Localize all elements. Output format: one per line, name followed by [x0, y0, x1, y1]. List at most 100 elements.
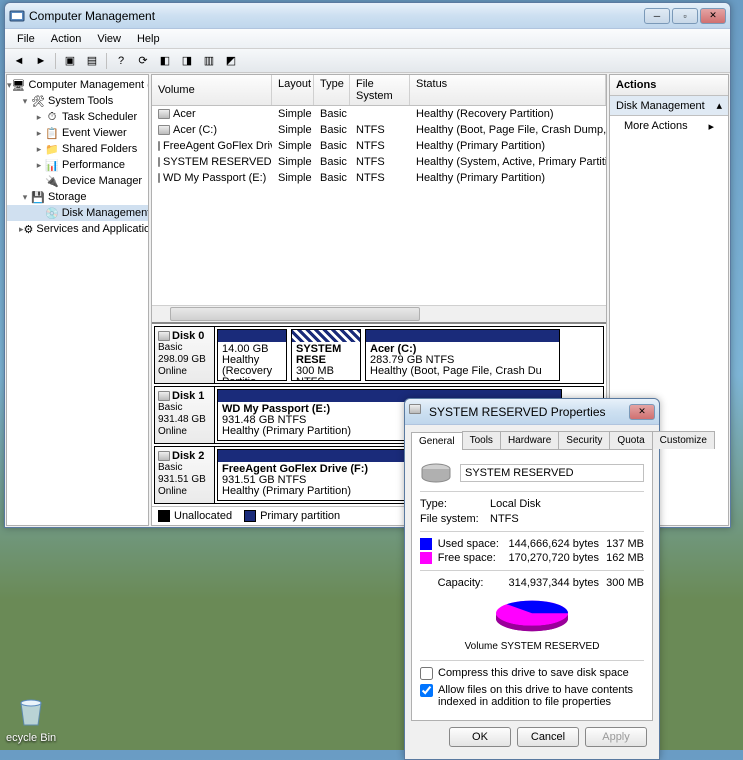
volume-list[interactable]: AcerSimpleBasicHealthy (Recovery Partiti… [152, 106, 606, 186]
props-titlebar[interactable]: SYSTEM RESERVED Properties ✕ [405, 399, 659, 425]
partition[interactable]: SYSTEM RESE300 MB NTFSHealthy (Syst [291, 329, 361, 381]
tab-tools[interactable]: Tools [462, 431, 501, 449]
tab-quota[interactable]: Quota [609, 431, 652, 449]
volume-caption: Volume SYSTEM RESERVED [420, 641, 644, 652]
used-bytes: 144,666,624 bytes [506, 538, 599, 550]
up-button[interactable]: ▣ [60, 51, 80, 71]
index-label: Allow files on this drive to have conten… [438, 684, 644, 708]
titlebar[interactable]: Computer Management ─ ▫ ✕ [5, 3, 730, 29]
device-icon: 🔌 [45, 174, 59, 188]
partition[interactable]: Acer (C:)283.79 GB NTFSHealthy (Boot, Pa… [365, 329, 560, 381]
cap-bytes: 314,937,344 bytes [506, 577, 599, 589]
tree-root[interactable]: ▾🖥Computer Management (Local) [7, 77, 148, 93]
app-icon [9, 8, 25, 24]
volume-row[interactable]: FreeAgent GoFlex Drive (F:)SimpleBasicNT… [152, 138, 606, 154]
scroll-thumb[interactable] [170, 307, 420, 321]
props-close-button[interactable]: ✕ [629, 404, 655, 420]
chevron-right-icon: ▸ [708, 120, 714, 133]
volume-row[interactable]: SYSTEM RESERVEDSimpleBasicNTFSHealthy (S… [152, 154, 606, 170]
cap-mb: 300 MB [599, 577, 644, 589]
more-actions[interactable]: More Actions ▸ [610, 116, 728, 136]
minimize-button[interactable]: ─ [644, 8, 670, 24]
apply-button[interactable]: Apply [585, 727, 647, 747]
tab-general[interactable]: General [411, 432, 463, 450]
clock-icon: ⏱ [45, 110, 59, 124]
toolbar: ◄ ► ▣ ▤ ? ⟳ ◧ ◨ ▥ ◩ [5, 49, 730, 73]
drive-icon [158, 173, 160, 183]
col-layout[interactable]: Layout [272, 75, 314, 105]
tab-hardware[interactable]: Hardware [500, 431, 559, 449]
event-icon: 📋 [45, 126, 59, 140]
ok-button[interactable]: OK [449, 727, 511, 747]
navigation-tree[interactable]: ▾🖥Computer Management (Local) ▾🛠System T… [6, 74, 149, 526]
drive-icon [158, 157, 160, 167]
compress-checkbox[interactable] [420, 667, 433, 680]
drive-icon [409, 404, 425, 420]
close-button[interactable]: ✕ [700, 8, 726, 24]
col-filesystem[interactable]: File System [350, 75, 410, 105]
type-value: Local Disk [490, 498, 541, 510]
tree-performance[interactable]: ▸📊Performance [7, 157, 148, 173]
recycle-bin[interactable]: ecycle Bin [6, 693, 56, 744]
properties-button[interactable]: ▤ [82, 51, 102, 71]
volume-name-input[interactable]: SYSTEM RESERVED [460, 464, 644, 482]
tree-task-scheduler[interactable]: ▸⏱Task Scheduler [7, 109, 148, 125]
tree-event-viewer[interactable]: ▸📋Event Viewer [7, 125, 148, 141]
menu-file[interactable]: File [9, 31, 43, 47]
volume-row[interactable]: Acer (C:)SimpleBasicNTFSHealthy (Boot, P… [152, 122, 606, 138]
tab-content-general: SYSTEM RESERVED Type:Local Disk File sys… [411, 450, 653, 721]
tab-customize[interactable]: Customize [652, 431, 715, 449]
folder-icon: 📁 [45, 142, 59, 156]
tree-storage[interactable]: ▾💾Storage [7, 189, 148, 205]
back-button[interactable]: ◄ [9, 51, 29, 71]
storage-icon: 💾 [31, 190, 45, 204]
menu-help[interactable]: Help [129, 31, 168, 47]
tree-shared-folders[interactable]: ▸📁Shared Folders [7, 141, 148, 157]
cancel-button[interactable]: Cancel [517, 727, 579, 747]
disk-row[interactable]: Disk 0Basic298.09 GBOnline14.00 GBHealth… [154, 326, 604, 384]
cap-label: Capacity: [438, 577, 506, 589]
menu-action[interactable]: Action [43, 31, 90, 47]
tree-services[interactable]: ▸⚙Services and Applications [7, 221, 148, 237]
recycle-bin-label: ecycle Bin [6, 732, 56, 744]
actions-header: Actions [610, 75, 728, 96]
window-title: Computer Management [29, 9, 644, 23]
used-label: Used space: [438, 538, 506, 550]
col-status[interactable]: Status [410, 75, 606, 105]
properties-dialog: SYSTEM RESERVED Properties ✕ General Too… [404, 398, 660, 760]
drive-icon [158, 141, 160, 151]
horizontal-scrollbar[interactable] [152, 305, 606, 322]
drive-icon [158, 125, 170, 135]
menu-view[interactable]: View [89, 31, 129, 47]
tree-disk-management[interactable]: 💿Disk Management [7, 205, 148, 221]
tree-device-manager[interactable]: 🔌Device Manager [7, 173, 148, 189]
tree-system-tools[interactable]: ▾🛠System Tools [7, 93, 148, 109]
props-tabs: General Tools Hardware Security Quota Cu… [411, 431, 653, 450]
col-volume[interactable]: Volume [152, 75, 272, 105]
free-bytes: 170,270,720 bytes [506, 552, 599, 564]
disk-label: Disk 1Basic931.48 GBOnline [155, 387, 215, 443]
performance-icon: 📊 [45, 158, 59, 172]
volume-row[interactable]: AcerSimpleBasicHealthy (Recovery Partiti… [152, 106, 606, 122]
col-type[interactable]: Type [314, 75, 350, 105]
used-swatch [420, 538, 432, 550]
disk-icon: 💿 [45, 206, 59, 220]
help-button[interactable]: ? [111, 51, 131, 71]
tool-button-3[interactable]: ▥ [199, 51, 219, 71]
drive-icon [158, 109, 170, 119]
maximize-button[interactable]: ▫ [672, 8, 698, 24]
tool-button-2[interactable]: ◨ [177, 51, 197, 71]
menubar: File Action View Help [5, 29, 730, 49]
partition[interactable]: 14.00 GBHealthy (Recovery Partitio [217, 329, 287, 381]
volume-row[interactable]: WD My Passport (E:)SimpleBasicNTFSHealth… [152, 170, 606, 186]
index-checkbox[interactable] [420, 684, 433, 697]
tool-button-1[interactable]: ◧ [155, 51, 175, 71]
actions-section[interactable]: Disk Management▴ [610, 96, 728, 116]
refresh-button[interactable]: ⟳ [133, 51, 153, 71]
used-mb: 137 MB [599, 538, 644, 550]
free-swatch [420, 552, 432, 564]
tab-security[interactable]: Security [558, 431, 610, 449]
fs-value: NTFS [490, 513, 519, 525]
tool-button-4[interactable]: ◩ [221, 51, 241, 71]
forward-button[interactable]: ► [31, 51, 51, 71]
